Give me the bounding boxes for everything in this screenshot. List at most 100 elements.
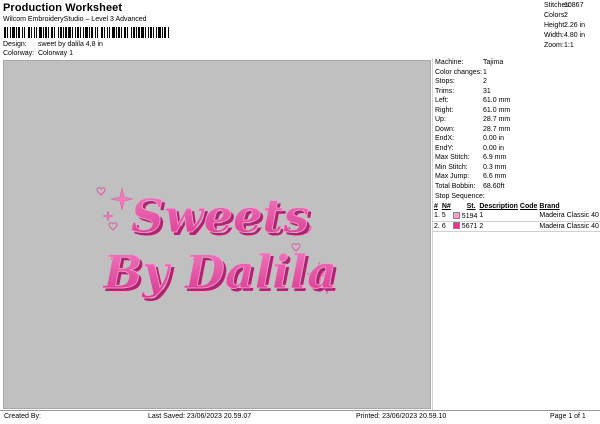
col-swatch [452, 202, 466, 211]
barcode-bar [148, 27, 149, 38]
properties-panel: Machine: Tajima Color changes:1 Stops: 2 T… [433, 58, 600, 232]
prop-label: EndY: [435, 144, 454, 152]
barcode-bar [65, 27, 67, 38]
prop-max-stitch: Max Stitch: 6.9 mm [433, 153, 598, 163]
prop-label: Total Bobbin: [435, 182, 476, 190]
prop-min-stitch: Min Stitch: 0.3 mm [433, 163, 598, 173]
prop-value: 0.3 mm [483, 163, 507, 171]
footer-divider [0, 410, 600, 411]
summary-stats: Stitches:10867 Colors:2 Height:2.26 in W… [544, 1, 600, 51]
barcode-bar [51, 27, 53, 38]
prop-total-bobbin: Total Bobbin: 68.60ft [433, 182, 598, 192]
design-preview: Sweets Sweets By Dalila By Dalila [3, 60, 431, 409]
prop-label: Color changes: [435, 68, 483, 76]
barcode-bar [150, 27, 152, 38]
embroidery-artwork: Sweets Sweets By Dalila By Dalila [96, 187, 340, 302]
design-value: sweet by dalila 4,8 in [37, 41, 103, 48]
stat-height: Height:2.26 in [544, 21, 600, 31]
prop-label: Right: [435, 106, 454, 114]
barcode-bar [31, 27, 32, 38]
barcode-bar [121, 27, 122, 38]
stat-value: 2.26 in [564, 22, 586, 29]
prop-value: 0.00 in [483, 135, 505, 142]
prop-label: Down: [435, 125, 455, 133]
prop-down: Down: 28.7 mm [433, 125, 598, 135]
barcode-bar [91, 27, 93, 38]
prop-value: 61.0 mm [483, 106, 511, 114]
prop-trims: Trims: 31 [433, 87, 598, 97]
stop-sequence-table: # N# St. Description Code Brand 1. 5 519… [433, 202, 600, 232]
prop-label: Trims: [435, 87, 455, 95]
design-label: Design: [3, 41, 27, 48]
barcode-bar [18, 27, 20, 38]
barcode-bar [43, 27, 44, 38]
prop-value: 1 [483, 68, 487, 76]
barcode-bar [58, 27, 59, 38]
color-swatch [452, 222, 460, 229]
stat-value: 1:1 [564, 42, 574, 49]
stat-stitches: Stitches:10867 [544, 1, 600, 11]
barcode-bar [83, 27, 84, 38]
barcode-bar [141, 27, 144, 38]
row-needle: 5 [440, 211, 452, 222]
prop-label: Stops: [435, 78, 455, 85]
barcode-bar [124, 27, 126, 38]
prop-label: Min Stitch: [435, 163, 468, 171]
barcode-bar [80, 27, 81, 38]
col-needle: N# [441, 203, 451, 210]
prop-up: Up: 28.7 mm [433, 115, 598, 125]
stat-label: Width: [544, 32, 564, 39]
stat-label: Zoom: [544, 42, 564, 49]
colorway-label: Colorway: [3, 50, 35, 57]
prop-label: Max Jump: [435, 173, 470, 180]
prop-value: 2 [483, 78, 487, 85]
row-stitches: 5671 [461, 223, 478, 230]
barcode-bar [75, 27, 76, 38]
row-brand: Madeira Classic 40 [538, 221, 600, 232]
col-stitches: St. [466, 203, 476, 210]
barcode-bar [77, 27, 79, 38]
stat-label: Stitches: [544, 2, 571, 9]
prop-left: Left: 61.0 mm [433, 96, 598, 106]
stat-colors: Colors:2 [544, 11, 600, 21]
by-dalila-text: By Dalila By Dalila [101, 245, 340, 302]
footer-page: Page 1 of 1 [550, 413, 586, 420]
barcode-bar [145, 27, 146, 38]
prop-value: 31 [483, 87, 491, 95]
barcode-bar [131, 27, 132, 38]
barcode-bar [168, 27, 169, 38]
col-number: # [434, 203, 438, 210]
stop-table-header: # N# St. Description Code Brand [433, 202, 600, 211]
barcode-bar [164, 27, 166, 38]
row-code [518, 221, 539, 232]
col-description: Description [479, 203, 518, 210]
barcode-bar [68, 27, 71, 38]
prop-label: EndX: [435, 135, 455, 142]
row-swatch-cell: 5671 [451, 221, 479, 232]
prop-endy: EndY: 0.00 in [433, 144, 598, 154]
barcode-bar [89, 27, 90, 38]
stat-value: 10867 [564, 2, 584, 9]
barcode-bar [22, 27, 23, 38]
row-description: 1 [478, 211, 519, 222]
colorway-value: Colorway 1 [37, 50, 73, 57]
prop-value: 6.6 mm [483, 173, 507, 180]
row-needle: 6 [440, 221, 452, 232]
stop-sequence-label: Stop Sequence: [435, 193, 485, 200]
row-code [518, 211, 539, 222]
prop-label: Left: [435, 97, 449, 104]
prop-machine: Machine: Tajima [433, 58, 598, 68]
barcode-bar [127, 27, 128, 38]
barcode-bar [12, 27, 15, 38]
col-brand: Brand [539, 203, 560, 210]
prop-stops: Stops: 2 [433, 77, 598, 87]
barcode-bar [112, 27, 115, 38]
stat-value: 2 [564, 12, 568, 19]
table-row: 2. 6 5671 2 Madeira Classic 40 [433, 221, 600, 232]
footer-printed: Printed: 23/06/2023 20.59.10 [356, 413, 447, 420]
stat-label: Colors: [544, 12, 567, 19]
barcode-bar [48, 27, 49, 38]
barcode-bar [158, 27, 161, 38]
barcode-bar [10, 27, 11, 38]
row-description: 2 [478, 221, 519, 232]
